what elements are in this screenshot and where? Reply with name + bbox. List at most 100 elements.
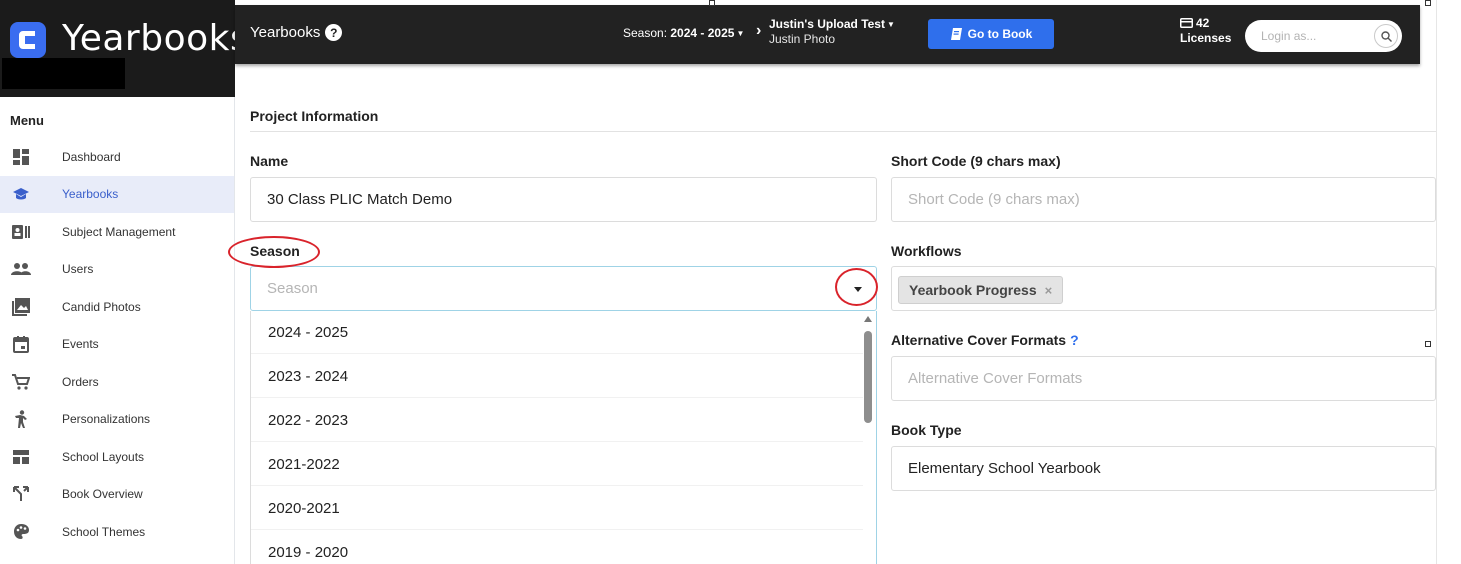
id-card-icon (11, 222, 31, 242)
season-option[interactable]: 2024 - 2025 (251, 311, 863, 354)
chevron-right-icon: › (756, 22, 762, 39)
layout-icon (11, 447, 31, 467)
licenses-indicator[interactable]: 42 Licenses (1180, 16, 1231, 45)
sidebar-item-label: Subject Management (62, 224, 176, 239)
annotation-ellipse-season-label (228, 236, 320, 268)
season-option[interactable]: 2023 - 2024 (251, 355, 863, 398)
split-icon (11, 484, 31, 504)
workflows-label: Workflows (891, 243, 962, 259)
login-as-input[interactable] (1261, 20, 1361, 52)
go-to-book-button[interactable]: Go to Book (928, 19, 1054, 49)
sidebar-item-label: School Themes (62, 524, 146, 539)
sidebar-item-candid-photos[interactable]: Candid Photos (0, 288, 234, 326)
person-icon (11, 409, 31, 429)
resize-handle[interactable] (709, 0, 715, 6)
sidebar-item-book-overview[interactable]: Book Overview (0, 476, 234, 514)
graduation-cap-icon (11, 184, 31, 204)
calendar-icon (11, 334, 31, 354)
season-option[interactable]: 2021-2022 (251, 443, 863, 486)
season-placeholder: Season (267, 280, 318, 297)
sidebar-item-personalizations[interactable]: Personalizations (0, 401, 234, 439)
project-company: Justin Photo (769, 32, 836, 46)
season-value: 2024 - 2025 (670, 26, 735, 40)
help-icon[interactable]: ? (1070, 332, 1079, 348)
alt-cover-placeholder: Alternative Cover Formats (908, 370, 1083, 387)
short-code-field[interactable]: Short Code (9 chars max) (891, 177, 1436, 222)
main-content: Project Information Name 30 Class PLIC M… (228, 64, 1436, 564)
sidebar-item-label: Orders (62, 374, 99, 389)
sidebar-item-school-layouts[interactable]: School Layouts (0, 438, 234, 476)
project-name: Justin's Upload Test (769, 17, 885, 31)
resize-handle[interactable] (1425, 0, 1431, 6)
dropdown-scrollbar[interactable] (864, 331, 872, 423)
users-icon (11, 259, 31, 279)
sidebar-item-label: School Layouts (62, 449, 145, 464)
sidebar: Yearbooks Menu Dashboard Yearbooks Subje… (0, 0, 249, 564)
sidebar-item-label: Personalizations (62, 412, 151, 427)
go-to-book-label: Go to Book (967, 27, 1033, 41)
card-icon (1180, 18, 1193, 28)
workflow-tag: Yearbook Progress × (898, 276, 1064, 304)
sidebar-item-label: Events (62, 337, 99, 352)
season-select[interactable]: Season (250, 266, 877, 311)
season-option[interactable]: 2022 - 2023 (251, 399, 863, 442)
name-value: 30 Class PLIC Match Demo (267, 191, 453, 208)
sidebar-item-label: Dashboard (62, 149, 121, 164)
cart-icon (11, 372, 31, 392)
short-code-label: Short Code (9 chars max) (891, 153, 1061, 169)
sidebar-item-dashboard[interactable]: Dashboard (0, 138, 234, 176)
divider (250, 131, 1436, 132)
photo-icon (11, 297, 31, 317)
sidebar-item-users[interactable]: Users (0, 251, 234, 289)
book-type-select[interactable]: Elementary School Yearbook (891, 446, 1436, 491)
sidebar-nav: Dashboard Yearbooks Subject Management U… (0, 138, 234, 551)
season-option[interactable]: 2019 - 2020 (251, 531, 863, 564)
brand-header: Yearbooks (0, 0, 249, 97)
chevron-down-icon: ▼ (886, 20, 895, 30)
season-selector[interactable]: Season: 2024 - 2025 ▼ (623, 26, 744, 40)
sidebar-item-orders[interactable]: Orders (0, 363, 234, 401)
sidebar-item-school-themes[interactable]: School Themes (0, 513, 234, 551)
workflow-tag-label: Yearbook Progress (909, 282, 1037, 298)
palette-icon (11, 522, 31, 542)
alt-cover-field[interactable]: Alternative Cover Formats (891, 356, 1436, 401)
scroll-up-icon[interactable] (864, 316, 872, 322)
project-selector[interactable]: Justin's Upload Test ▼ Justin Photo (769, 17, 895, 46)
chevron-down-icon: ▼ (736, 29, 745, 39)
name-field[interactable]: 30 Class PLIC Match Demo (250, 177, 877, 222)
sidebar-item-yearbooks[interactable]: Yearbooks (0, 175, 234, 213)
right-scroll-strip (1436, 0, 1461, 564)
sidebar-item-label: Users (62, 262, 94, 277)
page-title: Yearbooks ? (250, 24, 343, 41)
brand-title: Yearbooks (62, 18, 250, 59)
book-type-value: Elementary School Yearbook (908, 460, 1101, 477)
search-icon[interactable] (1374, 24, 1398, 48)
yearbooks-logo-icon (10, 22, 46, 58)
alt-cover-label: Alternative Cover Formats? (891, 332, 1079, 348)
book-icon (950, 28, 962, 40)
name-label: Name (250, 153, 289, 169)
login-as-search (1245, 20, 1402, 52)
section-title: Project Information (250, 108, 379, 124)
season-dropdown-list: 2024 - 2025 2023 - 2024 2022 - 2023 2021… (250, 311, 877, 564)
top-bar: Yearbooks ? Season: 2024 - 2025 ▼ › Justi… (235, 5, 1420, 64)
page-title-text: Yearbooks (250, 24, 321, 41)
season-prefix: Season: (623, 26, 671, 40)
short-code-placeholder: Short Code (9 chars max) (908, 191, 1080, 208)
redacted-block (2, 58, 125, 89)
help-icon[interactable]: ? (325, 24, 343, 41)
licenses-count: 42 (1196, 16, 1210, 30)
remove-tag-icon[interactable]: × (1045, 283, 1053, 298)
sidebar-item-events[interactable]: Events (0, 326, 234, 364)
alt-cover-label-text: Alternative Cover Formats (891, 332, 1067, 348)
sidebar-item-label: Yearbooks (62, 187, 119, 202)
menu-title: Menu (10, 113, 44, 128)
season-option[interactable]: 2020-2021 (251, 487, 863, 530)
sidebar-item-subject-management[interactable]: Subject Management (0, 213, 234, 251)
licenses-label: Licenses (1180, 31, 1232, 45)
dashboard-icon (11, 147, 31, 167)
annotation-ellipse-dropdown-caret (835, 268, 878, 306)
app-window: Yearbooks Menu Dashboard Yearbooks Subje… (0, 0, 1461, 564)
sidebar-item-label: Book Overview (62, 487, 143, 502)
sidebar-item-label: Candid Photos (62, 299, 141, 314)
